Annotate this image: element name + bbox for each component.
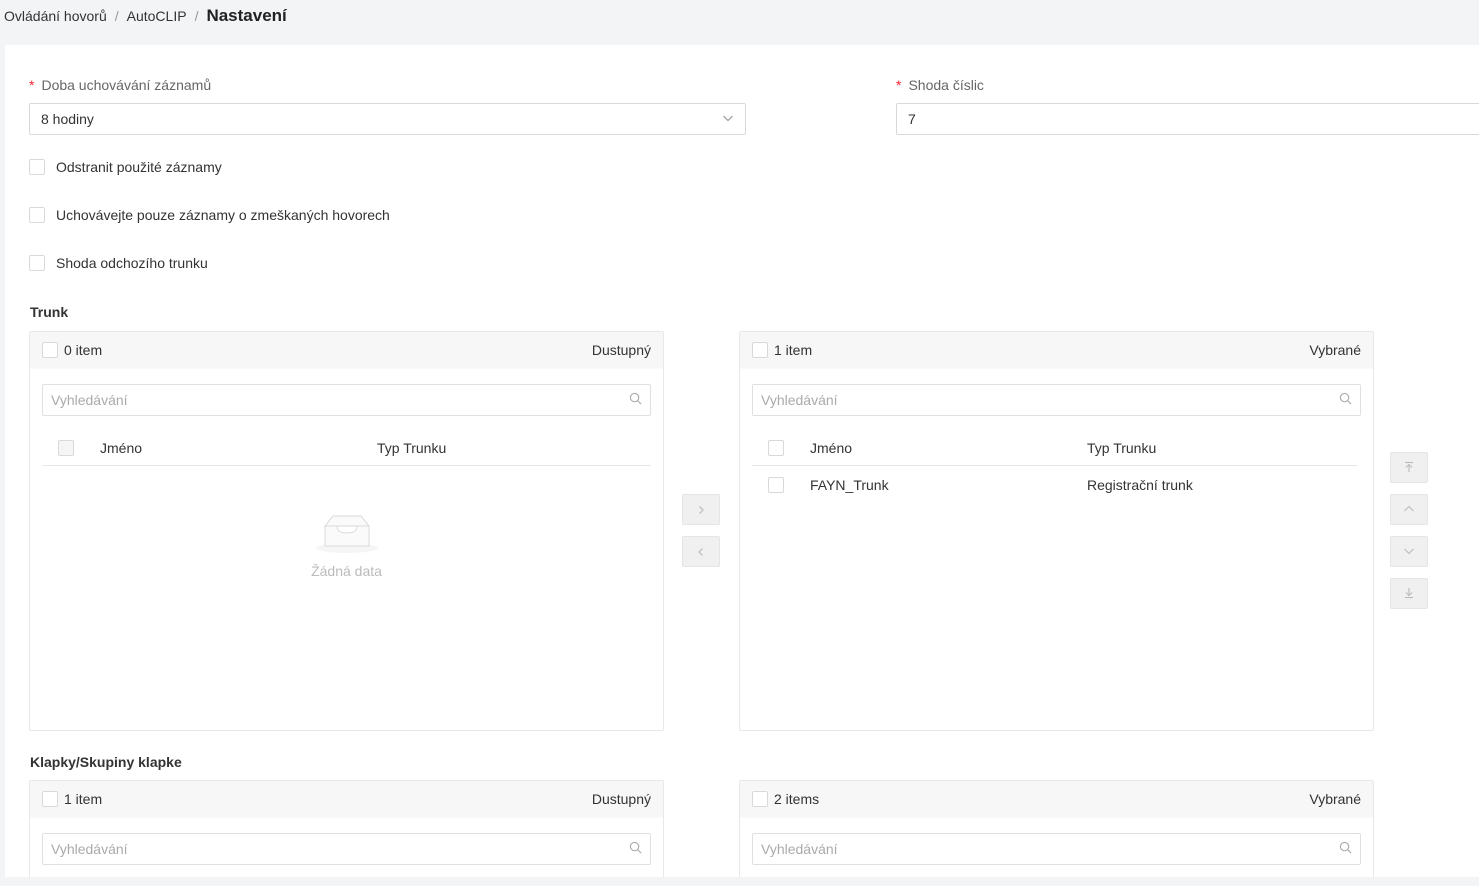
delete-used-records-option[interactable]: Odstranit použité záznamy (29, 159, 222, 175)
page-title: Nastavení (206, 6, 287, 25)
empty-box-icon (315, 512, 379, 557)
trunk-selected-table-header: Jméno Typ Trunku (752, 430, 1357, 466)
digit-match-input[interactable]: 7 (896, 103, 1479, 135)
retention-select[interactable]: 8 hodiny (29, 103, 746, 135)
search-icon (629, 841, 642, 857)
arrow-to-bottom-icon (1403, 586, 1415, 602)
required-mark: * (29, 77, 35, 93)
extensions-selected-header: 2 items Vybrané (740, 781, 1373, 818)
trunk-available-title: Dustupný (591, 342, 651, 358)
chevron-left-icon (696, 544, 706, 560)
trunk-selected-select-all[interactable] (752, 342, 768, 358)
settings-card: * Doba uchovávání záznamů 8 hodiny * Shoda… (5, 45, 1479, 886)
move-bottom-button[interactable] (1390, 578, 1428, 609)
outbound-trunk-match-label: Shoda odchozího trunku (56, 255, 208, 271)
trunk-available-panel: 0 item Dustupný Vyhledávání Jméno Typ Tr… (29, 331, 664, 731)
breadcrumb-autoclip[interactable]: AutoCLIP (127, 8, 187, 24)
trunk-selected-count: 1 item (774, 342, 813, 358)
trunk-available-search[interactable]: Vyhledávání (42, 384, 651, 416)
delete-used-records-label: Odstranit použité záznamy (56, 159, 222, 175)
move-down-button[interactable] (1390, 536, 1428, 567)
trunk-section-title: Trunk (30, 304, 69, 320)
extensions-available-search-placeholder: Vyhledávání (51, 841, 128, 857)
chevron-down-icon (1403, 544, 1415, 560)
search-icon (1339, 392, 1352, 408)
digit-match-label: * Shoda číslic (896, 77, 984, 93)
extensions-available-count: 1 item (64, 791, 103, 807)
extensions-section-title: Klapky/Skupiny klapke (30, 754, 182, 770)
empty-state-text: Žádná data (311, 563, 382, 579)
trunk-available-count: 0 item (64, 342, 103, 358)
missed-calls-only-option[interactable]: Uchovávejte pouze záznamy o zmeškaných h… (29, 207, 390, 223)
trunk-name: FAYN_Trunk (810, 476, 889, 493)
extensions-selected-search[interactable]: Vyhledávání (752, 833, 1361, 865)
transfer-right-button[interactable] (682, 494, 720, 525)
required-mark: * (896, 77, 902, 93)
retention-select-value: 8 hodiny (41, 111, 94, 127)
retention-label: * Doba uchovávání záznamů (29, 77, 211, 93)
retention-label-text: Doba uchovávání záznamů (41, 77, 212, 93)
trunk-type: Registrační trunk (1087, 476, 1193, 493)
transfer-left-button[interactable] (682, 536, 720, 567)
move-top-button[interactable] (1390, 452, 1428, 483)
trunk-available-header-checkbox[interactable] (58, 439, 74, 456)
search-icon (1339, 841, 1352, 857)
extensions-available-search[interactable]: Vyhledávání (42, 833, 651, 865)
chevron-up-icon (1403, 502, 1415, 518)
search-icon (629, 392, 642, 408)
column-trunk-type: Typ Trunku (1087, 439, 1157, 456)
extensions-selected-select-all[interactable] (752, 791, 768, 807)
trunk-selected-title: Vybrané (1309, 342, 1361, 358)
breadcrumb: Ovládání hovorů / AutoCLIP / Nastavení (4, 4, 287, 28)
outbound-trunk-match-checkbox[interactable] (29, 255, 45, 271)
trunk-selected-header-checkbox[interactable] (768, 439, 784, 456)
bottom-bar (0, 877, 1479, 886)
extensions-selected-count: 2 items (774, 791, 820, 807)
trunk-selected-panel: 1 item Vybrané Vyhledávání Jméno Typ Tru… (739, 331, 1374, 731)
missed-calls-only-label: Uchovávejte pouze záznamy o zmeškaných h… (56, 207, 390, 223)
arrow-to-top-icon (1403, 460, 1415, 476)
row-checkbox[interactable] (768, 476, 784, 493)
trunk-selected-search-placeholder: Vyhledávání (761, 392, 838, 408)
extensions-selected-panel: 2 items Vybrané Vyhledávání (739, 780, 1374, 886)
chevron-down-icon (722, 111, 734, 127)
trunk-available-search-placeholder: Vyhledávání (51, 392, 128, 408)
extensions-available-select-all[interactable] (42, 791, 58, 807)
breadcrumb-separator: / (194, 8, 199, 24)
table-row[interactable]: FAYN_Trunk Registrační trunk (752, 466, 1361, 503)
move-up-button[interactable] (1390, 494, 1428, 525)
digit-match-value: 7 (908, 111, 916, 127)
column-name: Jméno (810, 439, 853, 456)
chevron-right-icon (696, 502, 706, 518)
trunk-available-table-header: Jméno Typ Trunku (42, 430, 651, 466)
delete-used-records-checkbox[interactable] (29, 159, 45, 175)
extensions-available-panel: 1 item Dustupný Vyhledávání (29, 780, 664, 886)
column-trunk-type: Typ Trunku (377, 439, 447, 456)
breadcrumb-call-control[interactable]: Ovládání hovorů (4, 8, 107, 24)
extensions-selected-title: Vybrané (1309, 791, 1361, 807)
digit-match-label-text: Shoda číslic (908, 77, 984, 93)
column-name: Jméno (100, 439, 143, 456)
breadcrumb-separator: / (114, 8, 119, 24)
extensions-available-header: 1 item Dustupný (30, 781, 663, 818)
extensions-available-title: Dustupný (591, 791, 651, 807)
trunk-available-select-all[interactable] (42, 342, 58, 358)
trunk-selected-search[interactable]: Vyhledávání (752, 384, 1361, 416)
trunk-selected-header: 1 item Vybrané (740, 332, 1373, 369)
empty-state: Žádná data (30, 512, 663, 579)
extensions-selected-search-placeholder: Vyhledávání (761, 841, 838, 857)
missed-calls-only-checkbox[interactable] (29, 207, 45, 223)
trunk-available-header: 0 item Dustupný (30, 332, 663, 369)
outbound-trunk-match-option[interactable]: Shoda odchozího trunku (29, 255, 208, 271)
